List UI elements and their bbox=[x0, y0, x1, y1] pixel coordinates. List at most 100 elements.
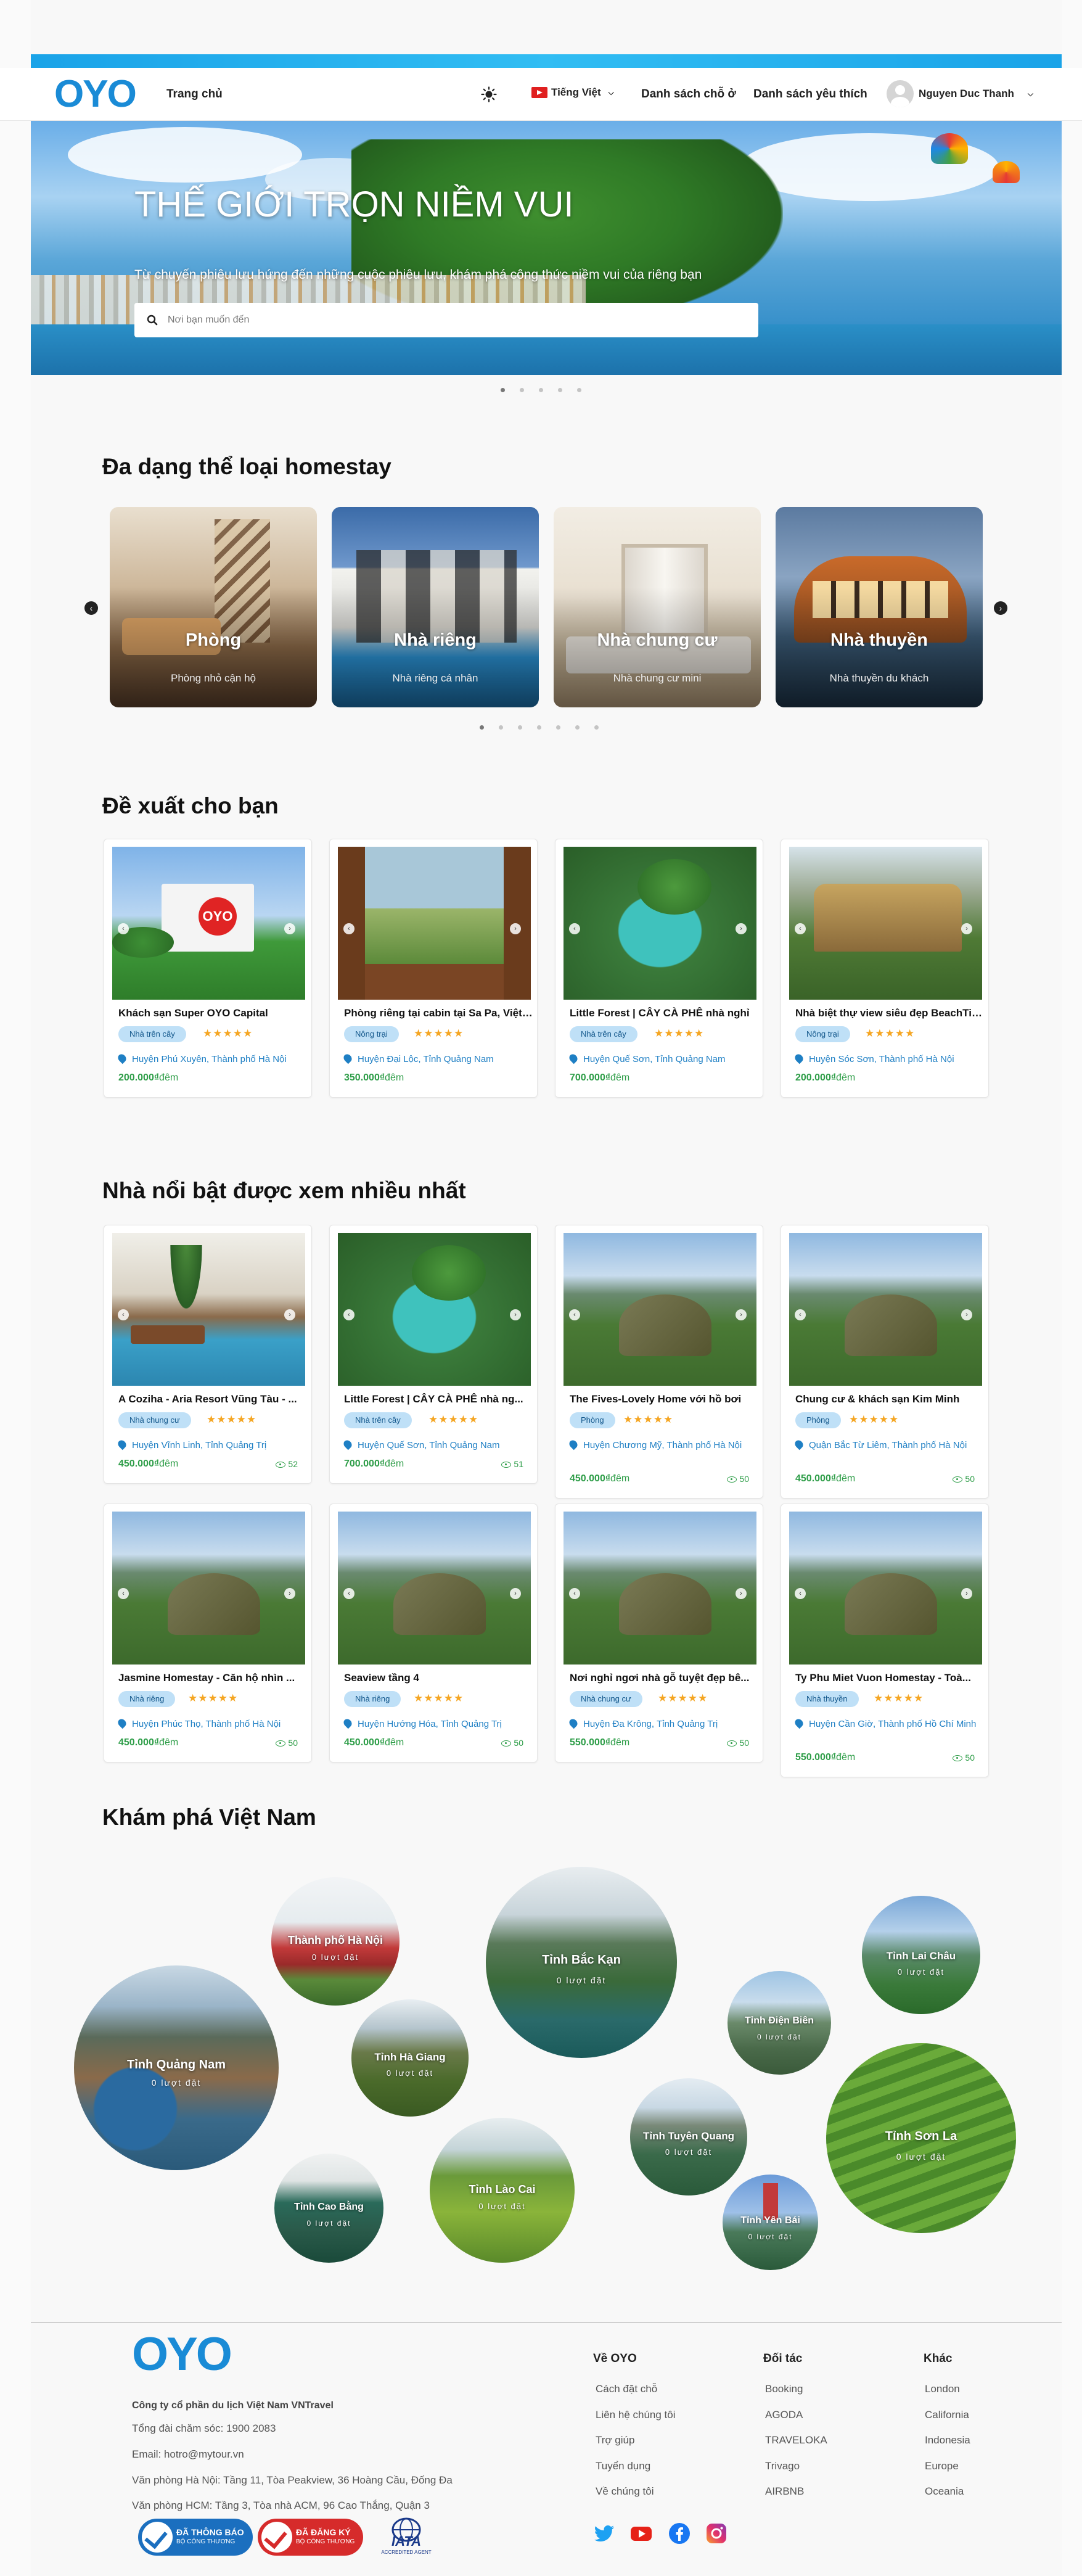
property-card[interactable]: ‹ › Little Forest | CÂY CÀ PHÊ nhà nghỉ … bbox=[555, 839, 763, 1098]
oyo-logo[interactable]: OYO bbox=[54, 73, 137, 115]
property-card[interactable]: ‹ › The Fives-Lovely Home với hồ bơi Phò… bbox=[555, 1225, 763, 1499]
chevron-left-icon[interactable]: ‹ bbox=[795, 1309, 806, 1320]
hero-search-box[interactable] bbox=[134, 303, 758, 337]
property-card[interactable]: ‹ › Jasmine Homestay - Căn hộ nhìn ... N… bbox=[104, 1504, 312, 1763]
property-name[interactable]: Seaview tầng 4 bbox=[344, 1672, 535, 1684]
footer-link[interactable]: AIRBNB bbox=[765, 2485, 804, 2498]
footer-link[interactable]: Europe bbox=[925, 2460, 959, 2472]
pagination-dot[interactable] bbox=[480, 725, 484, 730]
chevron-right-icon[interactable]: › bbox=[736, 1309, 747, 1320]
category-card-apartment[interactable]: Nhà chung cư Nhà chung cư mini bbox=[554, 507, 761, 707]
explore-place-dien-bien[interactable]: Tỉnh Điện Biên 0 lượt đặt bbox=[727, 1971, 831, 2075]
chevron-right-icon[interactable]: › bbox=[284, 923, 295, 934]
property-name[interactable]: The Fives-Lovely Home với hồ bơi bbox=[570, 1393, 761, 1405]
explore-place-hanoi[interactable]: Thành phố Hà Nội 0 lượt đặt bbox=[271, 1877, 400, 2006]
chevron-left-icon[interactable]: ‹ bbox=[343, 923, 355, 934]
chevron-right-icon[interactable]: › bbox=[961, 1309, 972, 1320]
property-name[interactable]: Ty Phu Miet Vuon Homestay - Toà... bbox=[795, 1672, 986, 1684]
property-card[interactable]: ‹ › Nơi nghỉ ngơi nhà gỗ tuyệt đẹp bê...… bbox=[555, 1504, 763, 1763]
pagination-dot[interactable] bbox=[575, 725, 580, 730]
chevron-right-icon[interactable]: › bbox=[284, 1309, 295, 1320]
property-name[interactable]: Nhà biệt thự view siêu đẹp BeachTime bbox=[795, 1007, 986, 1019]
chevron-right-icon[interactable]: › bbox=[510, 1309, 521, 1320]
instagram-icon[interactable] bbox=[704, 2521, 729, 2546]
property-card[interactable]: ‹ › Phòng riêng tại cabin tại Sa Pa, Việ… bbox=[329, 839, 538, 1098]
nav-places-link[interactable]: Danh sách chỗ ở bbox=[641, 88, 736, 101]
pagination-dot[interactable] bbox=[520, 388, 524, 392]
footer-link[interactable]: California bbox=[925, 2409, 969, 2421]
chevron-right-icon[interactable]: › bbox=[510, 923, 521, 934]
chevron-left-icon[interactable]: ‹ bbox=[118, 1588, 129, 1599]
user-menu[interactable]: Nguyen Duc Thanh ⌵ bbox=[887, 80, 1033, 107]
language-selector[interactable]: Tiếng Việt ⌵ bbox=[531, 86, 614, 99]
chevron-left-icon[interactable]: ‹ bbox=[569, 923, 580, 934]
property-card[interactable]: ‹ › Chung cư & khách sạn Kim Minh Phòng … bbox=[781, 1225, 989, 1499]
chevron-left-icon[interactable]: ‹ bbox=[84, 601, 98, 615]
facebook-icon[interactable] bbox=[667, 2521, 692, 2546]
pagination-dot[interactable] bbox=[499, 725, 503, 730]
property-card[interactable]: OYO ‹ › Khách sạn Super OYO Capital Nhà … bbox=[104, 839, 312, 1098]
explore-place-quang-nam[interactable]: Tỉnh Quảng Nam 0 lượt đặt bbox=[74, 1965, 279, 2170]
explore-place-yen-bai[interactable]: Tỉnh Yên Bái 0 lượt đặt bbox=[723, 2175, 818, 2270]
footer-link[interactable]: TRAVELOKA bbox=[765, 2434, 827, 2446]
explore-place-ha-giang[interactable]: Tỉnh Hà Giang 0 lượt đặt bbox=[351, 1999, 469, 2117]
chevron-right-icon[interactable]: › bbox=[736, 923, 747, 934]
search-input[interactable] bbox=[168, 315, 723, 326]
chevron-left-icon[interactable]: ‹ bbox=[118, 923, 129, 934]
explore-place-tuyen-quang[interactable]: Tỉnh Tuyên Quang 0 lượt đặt bbox=[630, 2078, 747, 2195]
property-name[interactable]: Phòng riêng tại cabin tại Sa Pa, Việt Na… bbox=[344, 1007, 535, 1019]
property-name[interactable]: A Coziha - Aria Resort Vũng Tàu - ... bbox=[118, 1393, 309, 1405]
footer-link[interactable]: Liên hệ chúng tôi bbox=[596, 2409, 676, 2421]
badge-registered-ministry[interactable]: ĐÃ ĐĂNG KÝ BỘ CÔNG THƯƠNG bbox=[258, 2519, 364, 2556]
chevron-right-icon[interactable]: › bbox=[284, 1588, 295, 1599]
property-name[interactable]: Little Forest | CÂY CÀ PHÊ nhà nghỉ bbox=[570, 1007, 761, 1019]
property-name[interactable]: Nơi nghỉ ngơi nhà gỗ tuyệt đẹp bê... bbox=[570, 1672, 761, 1684]
footer-link[interactable]: Cách đặt chỗ bbox=[596, 2383, 657, 2395]
explore-place-cao-bang[interactable]: Tỉnh Cao Bằng 0 lượt đặt bbox=[274, 2154, 383, 2263]
chevron-left-icon[interactable]: ‹ bbox=[343, 1309, 355, 1320]
category-card-room[interactable]: Phòng Phòng nhỏ cận hộ bbox=[110, 507, 317, 707]
pagination-dot[interactable] bbox=[501, 388, 505, 392]
category-card-house[interactable]: Nhà riêng Nhà riêng cá nhân bbox=[332, 507, 539, 707]
footer-link[interactable]: Booking bbox=[765, 2383, 803, 2395]
iata-logo[interactable]: IATA ACCREDITED AGENT bbox=[379, 2517, 434, 2558]
explore-place-lai-chau[interactable]: Tỉnh Lai Châu 0 lượt đặt bbox=[862, 1896, 980, 2014]
nav-home-link[interactable]: Trang chủ bbox=[166, 88, 223, 101]
category-card-houseboat[interactable]: Nhà thuyền Nhà thuyền du khách bbox=[776, 507, 983, 707]
footer-link[interactable]: Trợ giúp bbox=[596, 2434, 634, 2446]
property-card[interactable]: ‹ › Nhà biệt thự view siêu đẹp BeachTime… bbox=[781, 839, 989, 1098]
sun-icon[interactable] bbox=[481, 86, 497, 102]
footer-link[interactable]: Indonesia bbox=[925, 2434, 970, 2446]
property-card[interactable]: ‹ › A Coziha - Aria Resort Vũng Tàu - ..… bbox=[104, 1225, 312, 1484]
footer-oyo-logo[interactable]: OYO bbox=[132, 2330, 232, 2379]
pagination-dot[interactable] bbox=[594, 725, 599, 730]
pagination-dot[interactable] bbox=[577, 388, 581, 392]
property-card[interactable]: ‹ › Seaview tầng 4 Nhà riêng ★★★★★ Huyện… bbox=[329, 1504, 538, 1763]
pagination-dot[interactable] bbox=[537, 725, 541, 730]
chevron-right-icon[interactable]: › bbox=[736, 1588, 747, 1599]
footer-link[interactable]: Trivago bbox=[765, 2460, 800, 2472]
pagination-dot[interactable] bbox=[556, 725, 560, 730]
explore-place-bac-kan[interactable]: Tỉnh Bắc Kạn 0 lượt đặt bbox=[486, 1867, 677, 2058]
chevron-right-icon[interactable]: › bbox=[994, 601, 1007, 615]
chevron-left-icon[interactable]: ‹ bbox=[795, 1588, 806, 1599]
footer-link[interactable]: London bbox=[925, 2383, 960, 2395]
property-name[interactable]: Chung cư & khách sạn Kim Minh bbox=[795, 1393, 986, 1405]
chevron-right-icon[interactable]: › bbox=[510, 1588, 521, 1599]
chevron-left-icon[interactable]: ‹ bbox=[569, 1309, 580, 1320]
pagination-dot[interactable] bbox=[539, 388, 543, 392]
property-name[interactable]: Khách sạn Super OYO Capital bbox=[118, 1007, 309, 1019]
chevron-right-icon[interactable]: › bbox=[961, 923, 972, 934]
chevron-right-icon[interactable]: › bbox=[961, 1588, 972, 1599]
badge-notified-ministry[interactable]: ĐÃ THÔNG BÁO BỘ CÔNG THƯƠNG bbox=[138, 2519, 253, 2556]
footer-link[interactable]: Tuyển dụng bbox=[596, 2460, 650, 2472]
explore-place-son-la[interactable]: Tỉnh Sơn La 0 lượt đặt bbox=[826, 2043, 1016, 2233]
chevron-left-icon[interactable]: ‹ bbox=[343, 1588, 355, 1599]
footer-link[interactable]: AGODA bbox=[765, 2409, 803, 2421]
chevron-left-icon[interactable]: ‹ bbox=[118, 1309, 129, 1320]
chevron-left-icon[interactable]: ‹ bbox=[795, 923, 806, 934]
youtube-icon[interactable] bbox=[629, 2521, 654, 2546]
property-name[interactable]: Jasmine Homestay - Căn hộ nhìn ... bbox=[118, 1672, 309, 1684]
nav-favorites-link[interactable]: Danh sách yêu thích bbox=[753, 88, 867, 101]
property-card[interactable]: ‹ › Little Forest | CÂY CÀ PHÊ nhà ng...… bbox=[329, 1225, 538, 1484]
